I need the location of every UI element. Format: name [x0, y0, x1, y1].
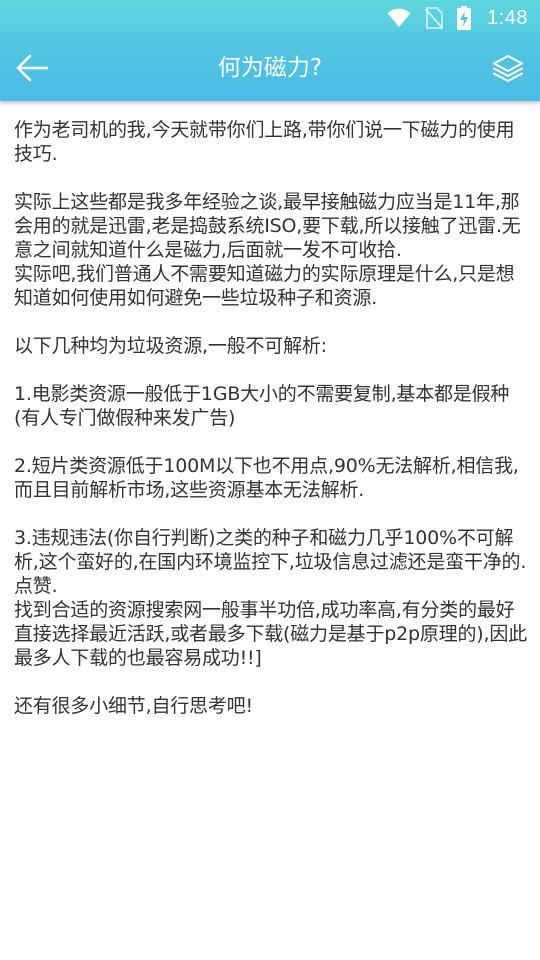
- layers-button[interactable]: [486, 46, 530, 90]
- app-bar: 何为磁力?: [0, 36, 540, 101]
- article-paragraph: 实际吧,我们普通人不需要知道磁力的实际原理是什么,只是想知道如何使用如何避免一些…: [14, 263, 515, 309]
- no-sim-icon: [425, 7, 444, 29]
- battery-charging-icon: [457, 6, 472, 30]
- top-bar: 1:48 何为磁力?: [0, 0, 540, 101]
- article-paragraph: 以下几种均为垃圾资源,一般不可解析:: [14, 335, 327, 357]
- article-paragraph: 2.短片类资源低于100M以下也不用点,90%无法解析,相信我,而且目前解析市场…: [14, 455, 519, 501]
- article-paragraph: 3.违规违法(你自行判断)之类的种子和磁力几乎100%不可解析,这个蛮好的,在国…: [14, 527, 527, 597]
- article-paragraph: 实际上这些都是我多年经验之谈,最早接触磁力应当是11年,那会用的就是迅雷,老是捣…: [14, 191, 521, 261]
- article-paragraph: 作为老司机的我,今天就带你们上路,带你们说一下磁力的使用技巧.: [14, 119, 515, 165]
- layers-icon: [493, 55, 523, 82]
- article-paragraph: 还有很多小细节,自行思考吧!: [14, 695, 253, 717]
- article-paragraph: 1.电影类资源一般低于1GB大小的不需要复制,基本都是假种(有人专门做假种来发广…: [14, 383, 510, 429]
- status-bar: 1:48: [0, 0, 540, 36]
- article-body: 作为老司机的我,今天就带你们上路,带你们说一下磁力的使用技巧. 实际上这些都是我…: [14, 118, 530, 718]
- status-icons: 1:48: [387, 5, 528, 31]
- article-paragraph: 找到合适的资源搜索网一般事半功倍,成功率高,有分类的最好直接选择最近活跃,或者最…: [14, 599, 527, 669]
- wifi-icon: [387, 8, 411, 27]
- status-time: 1:48: [487, 6, 528, 29]
- page-title: 何为磁力?: [217, 55, 323, 81]
